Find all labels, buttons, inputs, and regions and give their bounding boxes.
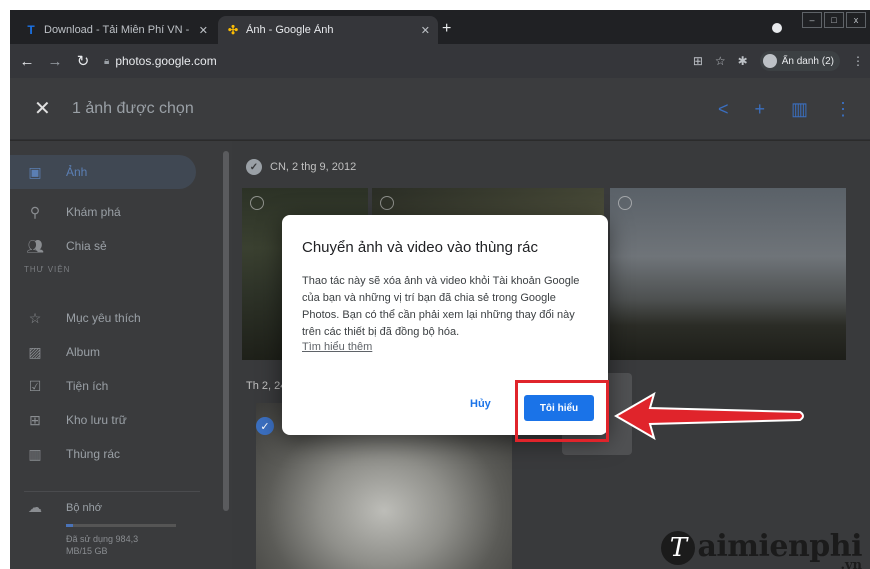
minimize-button[interactable]: – <box>802 12 822 28</box>
select-circle-icon[interactable] <box>618 196 632 210</box>
close-window-button[interactable]: x <box>846 12 866 28</box>
tab-download[interactable]: T Download - Tải Miễn Phí VN - Ph ✕ <box>16 16 216 44</box>
bookmark-star-icon[interactable]: ☆ <box>715 54 726 68</box>
header-actions: < + ▥ ⋮ <box>718 78 852 140</box>
window-controls: – □ x <box>802 12 866 28</box>
url-text: photos.google.com <box>115 54 217 68</box>
sidebar-scrollbar[interactable] <box>220 141 232 569</box>
share-icon[interactable]: < <box>718 99 729 120</box>
date-label: Th 2, 24 <box>246 380 287 392</box>
taimienphi-watermark: T aimienphi .vn <box>661 529 862 569</box>
more-icon[interactable]: ⋮ <box>834 99 852 120</box>
forward-arrow-icon[interactable]: → <box>44 53 66 70</box>
lock-icon: 🔒︎ <box>104 55 110 67</box>
close-selection-icon[interactable]: ✕ <box>34 96 54 121</box>
translate-icon[interactable]: ⊞ <box>693 54 703 68</box>
selection-count: 1 ảnh được chọn <box>72 99 194 117</box>
archive-icon: ⊞ <box>29 411 41 428</box>
dialog-body: Thao tác này sẽ xóa ảnh và video khỏi Tà… <box>302 275 580 338</box>
utilities-icon: ☑ <box>28 377 42 394</box>
tab-google-photos[interactable]: ✣ Ảnh - Google Ảnh ✕ <box>218 16 438 44</box>
sidebar-item-utilities[interactable]: ☑ Tiện ích <box>24 369 200 403</box>
arrow-shape <box>614 391 804 441</box>
pointer-arrow <box>614 391 804 441</box>
trash-icon: ▥ <box>28 445 42 462</box>
taimienphi-favicon-icon: T <box>27 23 35 37</box>
sidebar-item-trash[interactable]: ▥ Thùng rác <box>24 437 200 471</box>
maximize-button[interactable]: □ <box>824 12 844 28</box>
cancel-button[interactable]: Hủy <box>470 398 491 410</box>
reload-icon[interactable]: ↻ <box>72 52 94 70</box>
back-arrow-icon[interactable]: ← <box>16 53 38 70</box>
browser-toolbar: ← → ↻ 🔒︎ photos.google.com ⊞ ☆ ✱ Ẩn danh… <box>10 44 870 78</box>
toolbar-actions: ⊞ ☆ ✱ Ẩn danh (2) ⋮ <box>693 44 864 78</box>
sidebar-item-label: Mục yêu thích <box>66 311 141 325</box>
tab-strip: T Download - Tải Miễn Phí VN - Ph ✕ ✣ Ản… <box>10 10 870 44</box>
close-tab-icon[interactable]: ✕ <box>421 24 430 37</box>
sidebar-item-albums[interactable]: ▨ Album <box>24 335 200 369</box>
sidebar-item-label: Ảnh <box>66 165 88 179</box>
storage-bar-fill <box>66 524 74 527</box>
sidebar-item-archive[interactable]: ⊞ Kho lưu trữ <box>24 403 200 437</box>
sidebar-item-label: Tiện ích <box>66 379 109 393</box>
browser-menu-icon[interactable]: ⋮ <box>852 54 864 68</box>
people-icon: 👥︎ <box>26 237 44 254</box>
watermark-text: aimienphi <box>697 529 862 564</box>
sidebar-item-label: Thùng rác <box>66 447 121 461</box>
search-icon: ⚲ <box>29 203 41 220</box>
learn-more-link[interactable]: Tìm hiểu thêm <box>302 341 372 353</box>
close-tab-icon[interactable]: ✕ <box>199 24 208 37</box>
add-icon[interactable]: + <box>754 99 765 120</box>
sidebar-item-sharing[interactable]: 👥︎ Chia sẻ <box>24 229 200 263</box>
group-check-icon[interactable]: ✓ <box>246 159 262 175</box>
storage-bar <box>66 524 176 527</box>
photo-icon: ▣ <box>28 163 42 180</box>
record-icon[interactable] <box>772 23 782 33</box>
tab-title: Download - Tải Miễn Phí VN - Ph <box>44 24 193 36</box>
sidebar-item-label: Album <box>66 345 101 359</box>
trash-icon[interactable]: ▥ <box>791 99 808 120</box>
sidebar-item-favorites[interactable]: ☆ Mục yêu thích <box>24 301 200 335</box>
date-label: CN, 2 thg 9, 2012 <box>270 161 357 173</box>
storage-label: Bộ nhớ <box>66 501 102 514</box>
star-icon: ☆ <box>28 309 42 326</box>
browser-window: T Download - Tải Miễn Phí VN - Ph ✕ ✣ Ản… <box>10 10 870 569</box>
sidebar-divider <box>24 491 200 492</box>
album-icon: ▨ <box>28 343 42 360</box>
dialog-title: Chuyển ảnh và video vào thùng rác <box>302 239 538 256</box>
sidebar-item-label: Kho lưu trữ <box>66 413 127 427</box>
select-circle-icon[interactable] <box>250 196 264 210</box>
watermark-suffix: .vn <box>840 558 862 569</box>
sidebar-item-label: Khám phá <box>66 205 121 219</box>
incognito-profile-button[interactable]: Ẩn danh (2) <box>759 51 840 71</box>
storage-used-text: Đã sử dụng 984,3 MB/15 GB <box>66 534 139 556</box>
date-group-header[interactable]: ✓ CN, 2 thg 9, 2012 <box>246 159 356 175</box>
sidebar-item-label: Chia sẻ <box>66 239 107 253</box>
scrollbar-thumb[interactable] <box>223 151 229 511</box>
photo-thumbnail[interactable] <box>610 188 846 360</box>
sidebar: ▣ Ảnh ⚲ Khám phá 👥︎ Chia sẻ THƯ VIỆN ☆ M… <box>10 141 220 569</box>
selection-header: ✕ 1 ảnh được chọn < + ▥ ⋮ <box>10 78 870 140</box>
profile-label: Ẩn danh (2) <box>781 55 834 67</box>
watermark-logo-icon: T <box>661 531 696 565</box>
new-tab-button[interactable]: + <box>442 20 451 38</box>
extensions-puzzle-icon[interactable]: ✱ <box>738 54 748 68</box>
cloud-icon: ☁ <box>28 499 42 515</box>
highlight-box <box>515 380 609 442</box>
google-photos-favicon-icon: ✣ <box>227 23 239 37</box>
address-bar[interactable]: 🔒︎ photos.google.com <box>104 50 254 72</box>
selected-check-icon[interactable]: ✓ <box>256 417 274 435</box>
tab-title: Ảnh - Google Ảnh <box>246 24 334 36</box>
select-circle-icon[interactable] <box>380 196 394 210</box>
sidebar-item-explore[interactable]: ⚲ Khám phá <box>24 195 200 229</box>
storage-section[interactable]: ☁ Bộ nhớ Đã sử dụng 984,3 MB/15 GB <box>24 499 210 557</box>
sidebar-item-photos[interactable]: ▣ Ảnh <box>10 155 196 189</box>
incognito-icon <box>762 54 777 68</box>
library-section-label: THƯ VIỆN <box>24 265 71 274</box>
